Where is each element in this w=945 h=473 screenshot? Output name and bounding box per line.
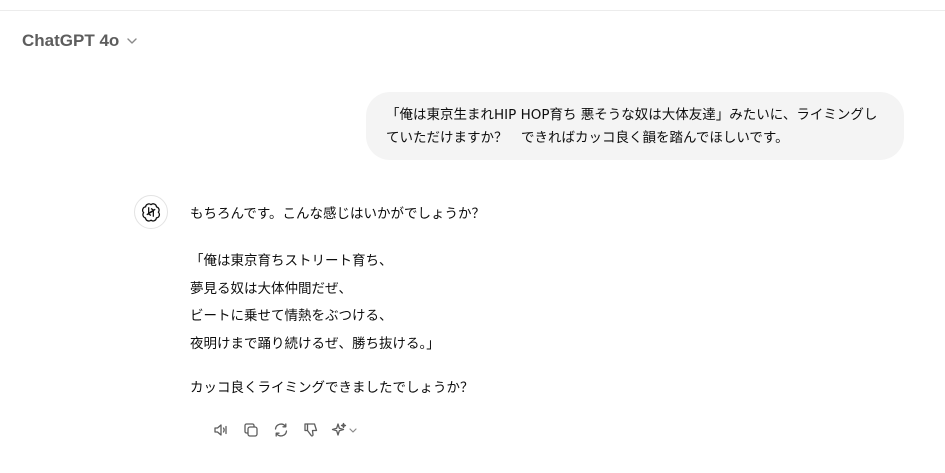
bad-response-button[interactable]	[299, 418, 323, 442]
user-message-line: 「俺は東京生まれHIP HOP育ち 悪そうな奴は大体友達」みたいに、ライミングし	[386, 107, 878, 123]
refresh-icon	[274, 423, 288, 437]
copy-icon	[244, 423, 258, 437]
assistant-message: もちろんです。こんな感じはいかがでしょうか？ 「俺は東京育ちストリート育ち、 夢…	[190, 201, 890, 401]
assistant-intro: もちろんです。こんな感じはいかがでしょうか？	[190, 206, 485, 222]
verse-line: 夜明けまで踊り続けるぜ、勝ち抜ける。」	[190, 335, 440, 352]
switch-model-button[interactable]	[329, 418, 359, 442]
thumbs-down-icon	[304, 423, 318, 437]
read-aloud-button[interactable]	[209, 418, 233, 442]
user-message-bubble: 「俺は東京生まれHIP HOP育ち 悪そうな奴は大体友達」みたいに、ライミングし…	[366, 92, 904, 160]
assistant-outro: カッコ良くライミングできましたでしょうか？	[190, 380, 474, 396]
chevron-down-icon	[125, 34, 139, 48]
copy-button[interactable]	[239, 418, 263, 442]
verse-line: 夢見る奴は大体仲間だぜ、	[190, 280, 352, 297]
user-message-line: ていただけますか？ できればカッコ良く韻を踏んでほしいです。	[386, 130, 789, 146]
openai-logo-icon	[134, 195, 168, 229]
assistant-verse: 「俺は東京育ちストリート育ち、 夢見る奴は大体仲間だぜ、 ビートに乗せて情熱をぶ…	[190, 248, 890, 358]
sparkle-icon	[331, 422, 347, 436]
chevron-down-icon	[349, 428, 357, 433]
model-name: ChatGPT 4o	[22, 31, 120, 50]
header-divider	[0, 10, 945, 11]
verse-line: 「俺は東京育ちストリート育ち、	[190, 253, 393, 269]
speaker-icon	[214, 424, 227, 436]
message-action-bar	[209, 418, 359, 442]
regenerate-button[interactable]	[269, 418, 293, 442]
model-switcher[interactable]: ChatGPT 4o	[14, 28, 147, 54]
verse-line: ビートに乗せて情熱をぶつける、	[190, 308, 393, 324]
